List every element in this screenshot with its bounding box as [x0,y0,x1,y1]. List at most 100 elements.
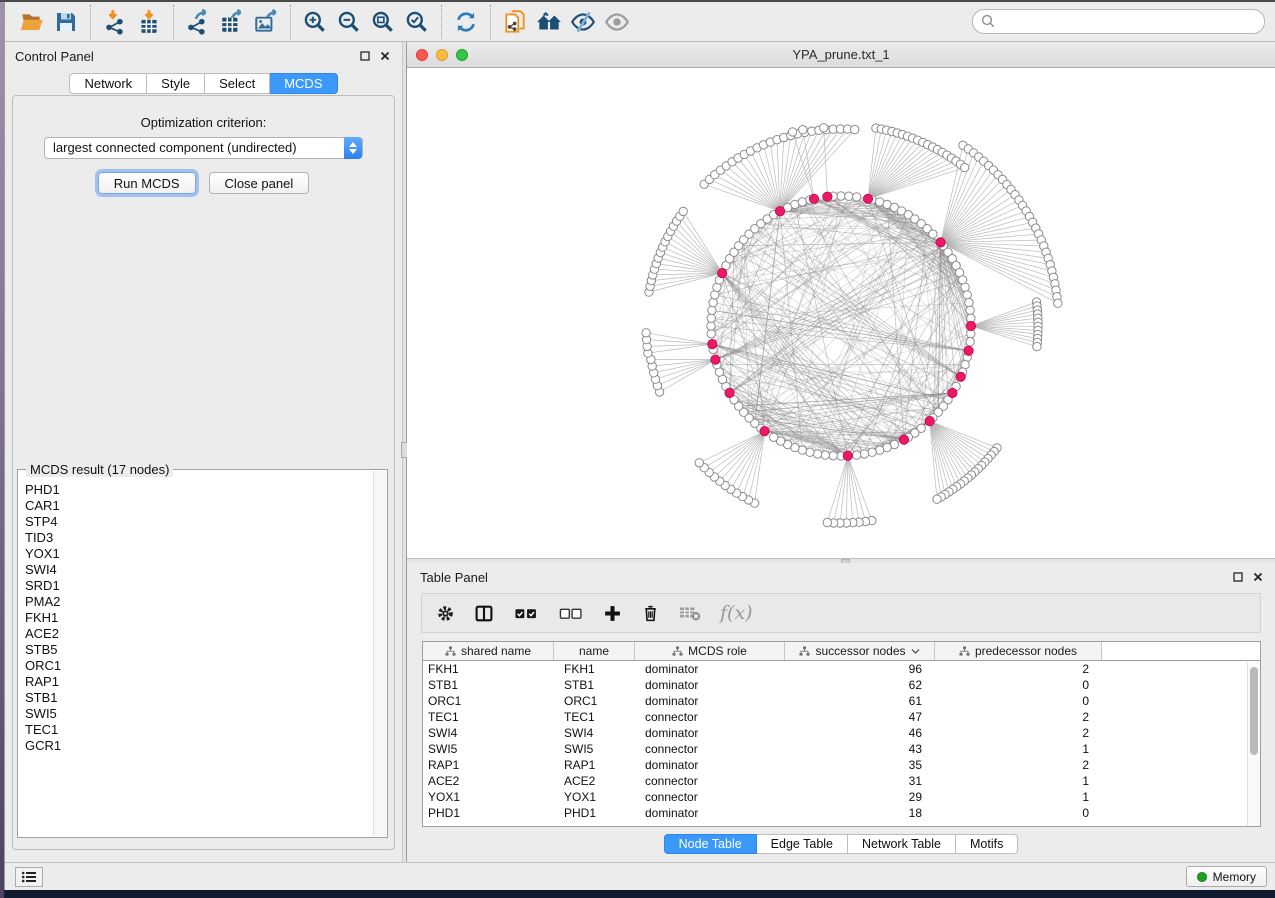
table-cell[interactable]: connector [635,709,785,725]
mcds-result-item[interactable]: GCR1 [25,738,387,754]
show-graphics-details-icon[interactable] [600,6,634,38]
export-image-icon[interactable] [249,6,283,38]
table-cell[interactable]: STB1 [423,677,554,693]
table-cell[interactable]: dominator [635,677,785,693]
table-cell[interactable]: 0 [935,805,1102,821]
mcds-result-item[interactable]: FKH1 [25,610,387,626]
mcds-result-item[interactable]: ORC1 [25,658,387,674]
mcds-result-item[interactable]: RAP1 [25,674,387,690]
table-cell[interactable]: 31 [785,773,935,789]
table-cell[interactable]: 0 [935,677,1102,693]
table-cell[interactable]: connector [635,789,785,805]
mcds-result-item[interactable]: TEC1 [25,722,387,738]
table-row[interactable]: PHD1PHD1dominator180 [423,805,1260,821]
table-row[interactable]: YOX1YOX1connector291 [423,789,1260,805]
mcds-result-item[interactable]: SWI5 [25,706,387,722]
mcds-result-item[interactable]: STB1 [25,690,387,706]
table-cell[interactable]: 0 [935,693,1102,709]
scrollbar-thumb[interactable] [1250,667,1258,755]
table-cell[interactable]: STB1 [554,677,635,693]
table-cell[interactable]: dominator [635,725,785,741]
table-cell[interactable]: TEC1 [554,709,635,725]
column-header-predecessor-nodes[interactable]: predecessor nodes [935,642,1102,660]
mcds-result-item[interactable]: STP4 [25,514,387,530]
table-cell[interactable]: 2 [935,725,1102,741]
mcds-result-item[interactable]: SWI4 [25,562,387,578]
table-cell[interactable]: 35 [785,757,935,773]
column-header-shared-name[interactable]: shared name [423,642,554,660]
window-close-icon[interactable] [416,49,428,61]
column-header-successor-nodes[interactable]: successor nodes [785,642,935,660]
table-cell[interactable]: 1 [935,773,1102,789]
table-cell[interactable]: 18 [785,805,935,821]
table-cell[interactable]: 1 [935,789,1102,805]
table-cell[interactable]: ACE2 [423,773,554,789]
table-cell[interactable]: 2 [935,661,1102,677]
float-panel-icon[interactable] [1229,569,1247,585]
open-file-icon[interactable] [15,6,49,38]
settings-gear-icon[interactable] [436,604,455,623]
table-cell[interactable]: ACE2 [554,773,635,789]
table-cell[interactable]: 2 [935,757,1102,773]
export-table-icon[interactable] [215,6,249,38]
table-cell[interactable]: ORC1 [423,693,554,709]
table-cell[interactable]: 2 [935,709,1102,725]
table-cell[interactable]: SWI5 [554,741,635,757]
table-cell[interactable]: PHD1 [423,805,554,821]
table-cell[interactable]: TEC1 [423,709,554,725]
mcds-result-item[interactable]: CAR1 [25,498,387,514]
mcds-result-item[interactable]: ACE2 [25,626,387,642]
table-cell[interactable]: 43 [785,741,935,757]
table-cell[interactable]: SWI5 [423,741,554,757]
close-panel-icon[interactable] [1249,569,1267,585]
zoom-in-icon[interactable] [298,6,332,38]
network-from-clipboard-icon[interactable] [498,6,532,38]
table-row[interactable]: ORC1ORC1dominator610 [423,693,1260,709]
add-column-icon[interactable] [603,604,622,623]
tab-network[interactable]: Network [69,73,147,94]
table-row[interactable]: RAP1RAP1dominator352 [423,757,1260,773]
zoom-selected-icon[interactable] [400,6,434,38]
deselect-all-icon[interactable] [558,604,584,623]
search-input[interactable] [972,9,1265,34]
run-mcds-button[interactable]: Run MCDS [98,172,196,194]
window-maximize-icon[interactable] [456,49,468,61]
mcds-result-item[interactable]: STB5 [25,642,387,658]
column-header-name[interactable]: name [554,642,635,660]
table-cell[interactable]: RAP1 [554,757,635,773]
table-cell[interactable]: 46 [785,725,935,741]
table-cell[interactable]: 47 [785,709,935,725]
table-cell[interactable]: 96 [785,661,935,677]
table-row[interactable]: FKH1FKH1dominator962 [423,661,1260,677]
table-cell[interactable]: dominator [635,805,785,821]
delete-column-icon[interactable] [641,603,660,623]
mcds-result-item[interactable]: SRD1 [25,578,387,594]
table-cell[interactable]: 29 [785,789,935,805]
mcds-result-item[interactable]: PMA2 [25,594,387,610]
column-header-MCDS-role[interactable]: MCDS role [635,642,785,660]
refresh-view-icon[interactable] [449,6,483,38]
table-cell[interactable]: dominator [635,661,785,677]
optimization-criterion-select[interactable]: largest connected component (undirected) [44,137,363,159]
table-cell[interactable]: SWI4 [554,725,635,741]
tab-edge-table[interactable]: Edge Table [757,834,848,854]
table-row[interactable]: SWI4SWI4dominator462 [423,725,1260,741]
table-cell[interactable]: dominator [635,757,785,773]
network-canvas[interactable] [407,68,1275,558]
tab-network-table[interactable]: Network Table [848,834,956,854]
import-table-icon[interactable] [132,6,166,38]
tab-select[interactable]: Select [205,73,270,94]
table-cell[interactable]: YOX1 [554,789,635,805]
show-panels-menu-button[interactable] [15,867,43,887]
mcds-result-item[interactable]: PHD1 [25,482,387,498]
table-cell[interactable]: connector [635,773,785,789]
table-row[interactable]: ACE2ACE2connector311 [423,773,1260,789]
table-cell[interactable]: RAP1 [423,757,554,773]
zoom-out-icon[interactable] [332,6,366,38]
table-cell[interactable]: YOX1 [423,789,554,805]
table-scrollbar[interactable] [1247,662,1260,826]
table-cell[interactable]: connector [635,741,785,757]
hide-graphics-details-icon[interactable] [566,6,600,38]
select-all-icon[interactable] [513,604,539,623]
table-cell[interactable]: 1 [935,741,1102,757]
